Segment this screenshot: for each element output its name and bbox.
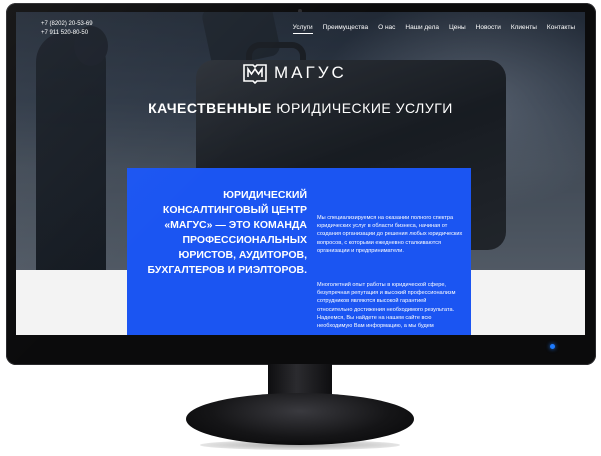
nav-item-advantages[interactable]: Преимущества bbox=[323, 24, 368, 34]
book-logo-icon bbox=[243, 64, 267, 84]
intro-headline: ЮРИДИЧЕСКИЙ КОНСАЛТИНГОВЫЙ ЦЕНТР «МАГУС»… bbox=[147, 189, 307, 276]
nav-item-news[interactable]: Новости bbox=[476, 24, 501, 34]
intro-paragraph-1: Мы специализируемся на оказании полного … bbox=[317, 215, 463, 254]
phone-number-1[interactable]: +7 (8202) 20-53-69 bbox=[41, 20, 93, 29]
phone-number-2[interactable]: +7 911 520-80-50 bbox=[41, 29, 93, 38]
power-indicator-icon bbox=[550, 344, 555, 349]
logo-text: МАГУС bbox=[274, 63, 347, 82]
nav-item-services[interactable]: Услуги bbox=[292, 24, 313, 34]
nav-item-prices[interactable]: Цены bbox=[449, 24, 466, 34]
tagline-light: ЮРИДИЧЕСКИЕ УСЛУГИ bbox=[276, 100, 453, 116]
nav-item-about[interactable]: О нас bbox=[378, 24, 395, 34]
intro-paragraph-2: Многолетний опыт работы в юридической сф… bbox=[317, 282, 456, 330]
website-screen: +7 (8202) 20-53-69 +7 911 520-80-50 Услу… bbox=[16, 12, 585, 335]
tagline-bold: КАЧЕСТВЕННЫЕ bbox=[148, 100, 272, 116]
site-logo[interactable]: МАГУС bbox=[242, 62, 347, 84]
hero-tagline: КАЧЕСТВЕННЫЕ ЮРИДИЧЕСКИЕ УСЛУГИ bbox=[16, 100, 585, 116]
main-navigation: Услуги Преимущества О нас Наши дела Цены… bbox=[292, 24, 575, 34]
stand-shadow bbox=[200, 440, 400, 450]
monitor-stand-base bbox=[186, 393, 414, 445]
nav-item-contacts[interactable]: Контакты bbox=[547, 24, 575, 34]
monitor-mockup: +7 (8202) 20-53-69 +7 911 520-80-50 Услу… bbox=[0, 0, 601, 456]
nav-item-cases[interactable]: Наши дела bbox=[405, 24, 439, 34]
nav-item-clients[interactable]: Клиенты bbox=[511, 24, 537, 34]
intro-block: ЮРИДИЧЕСКИЙ КОНСАЛТИНГОВЫЙ ЦЕНТР «МАГУС»… bbox=[127, 168, 471, 335]
header-contacts: +7 (8202) 20-53-69 +7 911 520-80-50 bbox=[41, 20, 93, 38]
